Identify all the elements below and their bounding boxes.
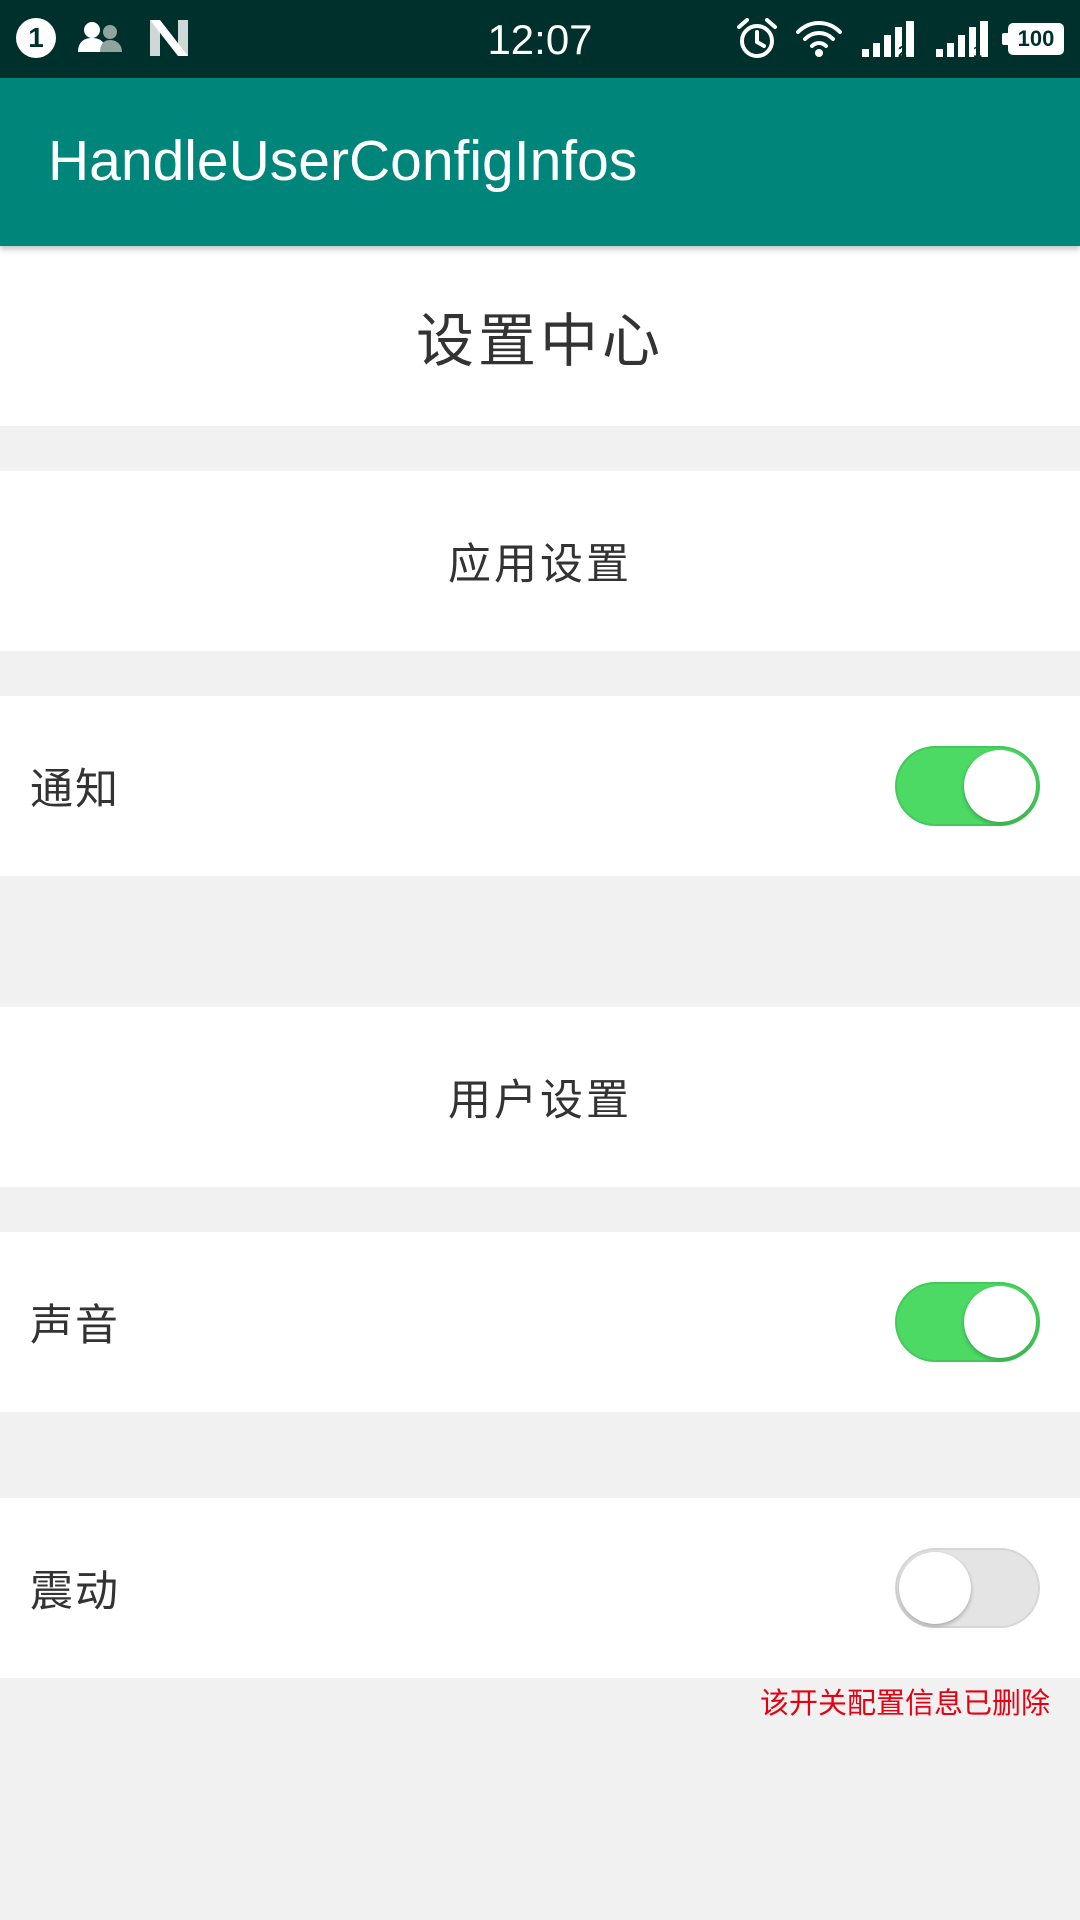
status-bar-right: 2 1 100 <box>736 18 1064 60</box>
signal-sim1-icon: 1 <box>934 19 990 59</box>
app-title: HandleUserConfigInfos <box>48 129 638 193</box>
section-title-user-settings: 用户设置 <box>448 1076 632 1126</box>
section-header-app-settings: 应用设置 <box>0 471 1080 651</box>
signal-sim2-icon: 2 <box>860 19 916 59</box>
vibration-toggle[interactable] <box>895 1548 1040 1628</box>
alarm-icon <box>736 18 778 60</box>
toggle-knob <box>899 1552 971 1624</box>
setting-label-vibration: 震动 <box>30 1567 120 1617</box>
config-deleted-note: 该开关配置信息已删除 <box>759 1686 1050 1720</box>
section-title-app-settings: 应用设置 <box>448 540 632 590</box>
battery-indicator: 100 <box>1002 23 1064 55</box>
toggle-knob <box>964 1286 1036 1358</box>
sim2-label: 2 <box>898 44 907 59</box>
setting-row-vibration: 震动 <box>0 1498 1080 1678</box>
page-title: 设置中心 <box>415 307 664 375</box>
wifi-icon <box>796 20 842 58</box>
setting-row-sound: 声音 <box>0 1232 1080 1412</box>
setting-row-notification: 通知 <box>0 696 1080 876</box>
setting-label-sound: 声音 <box>30 1301 120 1351</box>
section-header-user-settings: 用户设置 <box>0 1007 1080 1187</box>
sound-toggle[interactable] <box>895 1282 1040 1362</box>
settings-center-header: 设置中心 <box>0 246 1080 426</box>
status-bar: 1 12:07 2 1 100 <box>0 0 1080 78</box>
setting-label-notification: 通知 <box>30 765 120 815</box>
sim1-label: 1 <box>973 44 982 59</box>
toggle-knob <box>964 750 1036 822</box>
notification-toggle[interactable] <box>895 746 1040 826</box>
app-bar: HandleUserConfigInfos <box>0 78 1080 246</box>
